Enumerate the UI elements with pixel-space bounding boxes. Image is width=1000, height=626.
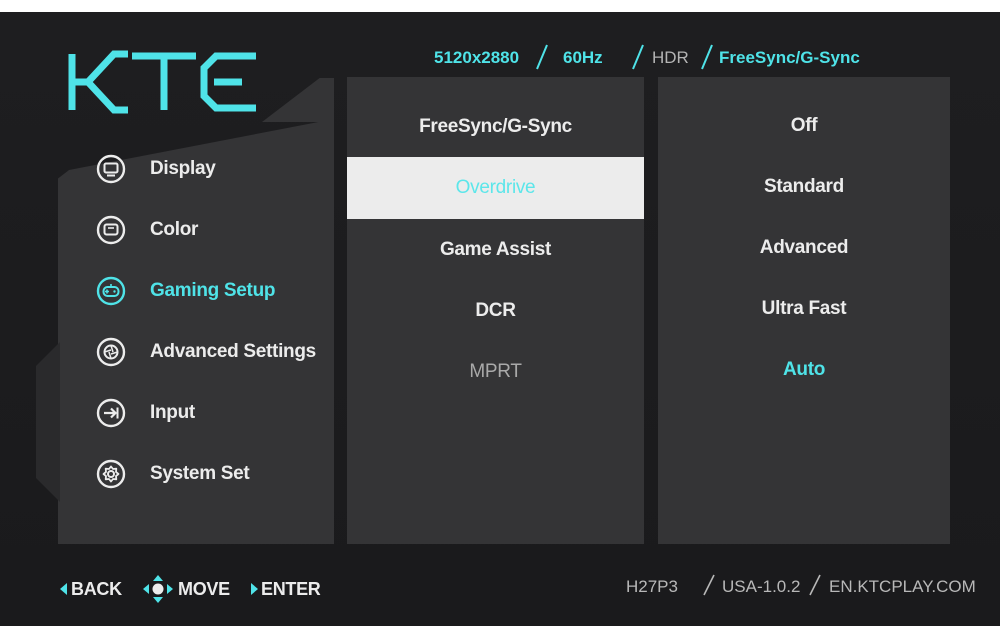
option-advanced[interactable]: Advanced	[658, 228, 950, 268]
monitor-icon	[96, 154, 126, 184]
status-separator	[701, 44, 713, 70]
back-button[interactable]: BACK	[60, 574, 122, 604]
submenu-item-overdrive[interactable]: Overdrive	[347, 157, 644, 219]
status-hdr: HDR	[652, 48, 689, 67]
status-refresh-rate: 60Hz	[563, 48, 603, 67]
menu-item-display[interactable]: Display	[96, 152, 216, 186]
osd-screen: 5120x2880 60Hz HDR FreeSync/G-Sync Displ…	[0, 12, 1000, 626]
ktc-logo	[68, 50, 256, 114]
move-label: MOVE	[178, 578, 230, 599]
option-auto[interactable]: Auto	[658, 350, 950, 390]
status-resolution: 5120x2880	[434, 48, 520, 67]
menu-label: Input	[150, 402, 195, 423]
caret-right-icon	[251, 583, 258, 595]
menu-item-gaming-setup[interactable]: Gaming Setup	[96, 274, 276, 308]
dpad-icon	[143, 575, 173, 603]
menu-label: Color	[150, 219, 199, 240]
menu-item-color[interactable]: Color	[96, 213, 198, 247]
left-panel-tab	[262, 78, 334, 122]
aperture-icon	[96, 337, 126, 367]
option-ultra-fast[interactable]: Ultra Fast	[658, 289, 950, 329]
submenu-item-dcr[interactable]: DCR	[347, 280, 644, 342]
menu-label: Advanced Settings	[150, 341, 316, 362]
firmware-version: USA-1.0.2	[722, 577, 801, 596]
menu-item-system-set[interactable]: System Set	[96, 457, 250, 491]
color-icon	[96, 215, 126, 245]
caret-left-icon	[60, 583, 67, 595]
status-separator	[536, 44, 548, 70]
gamepad-icon	[96, 276, 126, 306]
status-separator	[632, 44, 644, 70]
website-url: EN.KTCPLAY.COM	[829, 577, 976, 596]
menu-label: System Set	[150, 463, 250, 484]
move-button[interactable]: MOVE	[142, 574, 230, 604]
gear-icon	[96, 459, 126, 489]
submenu-item-freesync[interactable]: FreeSync/G-Sync	[347, 96, 644, 158]
status-sync: FreeSync/G-Sync	[719, 48, 860, 67]
option-off[interactable]: Off	[658, 106, 950, 146]
menu-label: Gaming Setup	[150, 280, 276, 301]
menu-label: Display	[150, 158, 216, 179]
enter-label: ENTER	[261, 578, 321, 599]
footer-separator	[703, 574, 715, 596]
option-standard[interactable]: Standard	[658, 167, 950, 207]
model-number: H27P3	[626, 577, 678, 596]
footer-separator	[809, 574, 821, 596]
back-label: BACK	[71, 578, 122, 599]
input-arrow-icon	[96, 398, 126, 428]
submenu-item-game-assist[interactable]: Game Assist	[347, 219, 644, 281]
menu-item-input[interactable]: Input	[96, 396, 195, 430]
left-panel-notch	[36, 342, 60, 502]
submenu-item-mprt: MPRT	[469, 361, 522, 382]
enter-button[interactable]: ENTER	[250, 574, 321, 604]
menu-item-advanced-settings[interactable]: Advanced Settings	[96, 335, 316, 369]
